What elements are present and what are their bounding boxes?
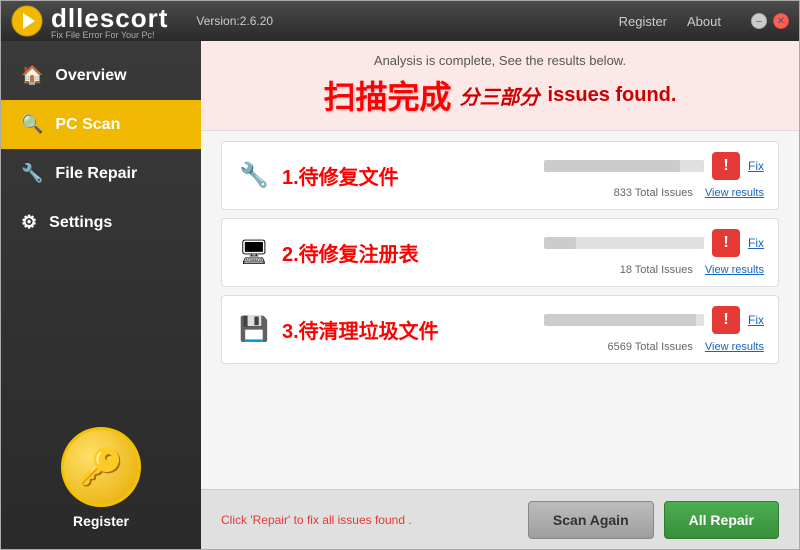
minimize-button[interactable]: – [751, 13, 767, 29]
sidebar-item-file-repair-label: File Repair [55, 165, 137, 183]
result-item-registry: 🖥 2.待修复注册表 ! Fix 18 Total [221, 218, 779, 287]
sidebar: 🏠 Overview 🔍 PC Scan 🔧 File Repair ⚙ Set… [1, 41, 201, 549]
app-window: dllescort Fix File Error For Your Pc! Ve… [0, 0, 800, 550]
fix-link-3[interactable]: Fix [748, 313, 764, 327]
view-results-link-1[interactable]: View results [705, 187, 764, 199]
result-item-left-2: 🖥 2.待修复注册表 [236, 235, 419, 271]
fix-row-2: ! Fix [544, 229, 764, 257]
analysis-banner: Analysis is complete, See the results be… [201, 41, 799, 131]
issues-found-text: issues found. [548, 84, 677, 107]
footer: Click 'Repair' to fix all issues found .… [201, 489, 799, 549]
disk-icon: 💾 [236, 312, 272, 348]
brand-sub: Fix File Error For Your Pc! [51, 30, 168, 40]
close-button[interactable]: ✕ [773, 13, 789, 29]
result-item-left-3: 💾 3.待清理垃圾文件 [236, 312, 439, 348]
result-bottom-row-2: 18 Total Issues View results [620, 264, 764, 276]
wrench-icon: 🔧 [21, 163, 43, 184]
sidebar-item-pc-scan[interactable]: 🔍 PC Scan [1, 100, 201, 149]
issues-count-3: 6569 Total Issues [607, 341, 692, 353]
footer-buttons: Scan Again All Repair [528, 501, 779, 539]
footer-hint: Click 'Repair' to fix all issues found . [221, 513, 412, 527]
gear-icon: ⚙ [21, 212, 37, 233]
search-icon: 🔍 [21, 114, 43, 135]
result-item-file-repair: 🔧 1.待修复文件 ! Fix 833 Total [221, 141, 779, 210]
fix-row-3: ! Fix [544, 306, 764, 334]
result-item-left-1: 🔧 1.待修复文件 [236, 158, 399, 194]
result-item-right-3: ! Fix 6569 Total Issues View results [544, 306, 764, 353]
results-area: 🔧 1.待修复文件 ! Fix 833 Total [201, 131, 799, 489]
titlebar: dllescort Fix File Error For Your Pc! Ve… [1, 1, 799, 41]
about-link[interactable]: About [687, 14, 721, 29]
home-icon: 🏠 [21, 65, 43, 86]
alert-icon-3: ! [712, 306, 740, 334]
result-bottom-row-3: 6569 Total Issues View results [607, 341, 764, 353]
issues-section-title: 分三部分 [460, 81, 540, 110]
view-results-link-3[interactable]: View results [705, 341, 764, 353]
issues-count-1: 833 Total Issues [614, 187, 693, 199]
result-bar-fill-2 [544, 237, 576, 249]
register-link[interactable]: Register [619, 14, 667, 29]
view-results-link-2[interactable]: View results [705, 264, 764, 276]
alert-icon-1: ! [712, 152, 740, 180]
main-area: 🏠 Overview 🔍 PC Scan 🔧 File Repair ⚙ Set… [1, 41, 799, 549]
analysis-text: Analysis is complete, See the results be… [221, 53, 779, 68]
registry-icon: 🖥 [236, 235, 272, 271]
result-item-title-2: 2.待修复注册表 [282, 238, 419, 267]
result-bottom-row-1: 833 Total Issues View results [614, 187, 764, 199]
register-circle-label: Register [73, 513, 129, 529]
result-bar-2 [544, 237, 704, 249]
sidebar-item-file-repair[interactable]: 🔧 File Repair [1, 149, 201, 198]
brand-block: dllescort Fix File Error For Your Pc! [51, 3, 168, 40]
footer-hint-text: Click 'Repair' to fix all issues found [221, 513, 405, 527]
sidebar-item-overview[interactable]: 🏠 Overview [1, 51, 201, 100]
sidebar-item-pc-scan-label: PC Scan [55, 116, 120, 134]
content-area: Analysis is complete, See the results be… [201, 41, 799, 549]
window-controls: – ✕ [751, 13, 789, 29]
titlebar-right: Register About – ✕ [619, 13, 789, 29]
sidebar-item-settings[interactable]: ⚙ Settings [1, 198, 201, 247]
issues-count-2: 18 Total Issues [620, 264, 693, 276]
scan-again-button[interactable]: Scan Again [528, 501, 654, 539]
lock-icon: 🔑 [79, 446, 124, 488]
alert-icon-2: ! [712, 229, 740, 257]
result-item-title-3: 3.待清理垃圾文件 [282, 315, 439, 344]
fix-link-2[interactable]: Fix [748, 236, 764, 250]
result-bar-fill-3 [544, 314, 696, 326]
brand-name: dllescort [51, 3, 168, 33]
all-repair-button[interactable]: All Repair [664, 501, 779, 539]
result-bar-fill-1 [544, 160, 680, 172]
result-item-title-1: 1.待修复文件 [282, 161, 399, 190]
result-item-right-2: ! Fix 18 Total Issues View results [544, 229, 764, 276]
register-section: 🔑 Register [61, 427, 141, 529]
fix-link-1[interactable]: Fix [748, 159, 764, 173]
fix-row-1: ! Fix [544, 152, 764, 180]
register-circle[interactable]: 🔑 [61, 427, 141, 507]
sidebar-item-settings-label: Settings [49, 214, 112, 232]
footer-hint-dot: . [408, 513, 411, 527]
file-repair-icon: 🔧 [236, 158, 272, 194]
result-item-disk: 💾 3.待清理垃圾文件 ! Fix 6569 Tot [221, 295, 779, 364]
sidebar-item-overview-label: Overview [55, 67, 126, 85]
result-bar-3 [544, 314, 704, 326]
logo-icon [11, 5, 43, 37]
result-item-right-1: ! Fix 833 Total Issues View results [544, 152, 764, 199]
version-text: Version:2.6.20 [196, 14, 273, 28]
titlebar-left: dllescort Fix File Error For Your Pc! Ve… [11, 3, 273, 40]
scan-complete-title: 扫描完成 [324, 72, 452, 118]
result-bar-1 [544, 160, 704, 172]
